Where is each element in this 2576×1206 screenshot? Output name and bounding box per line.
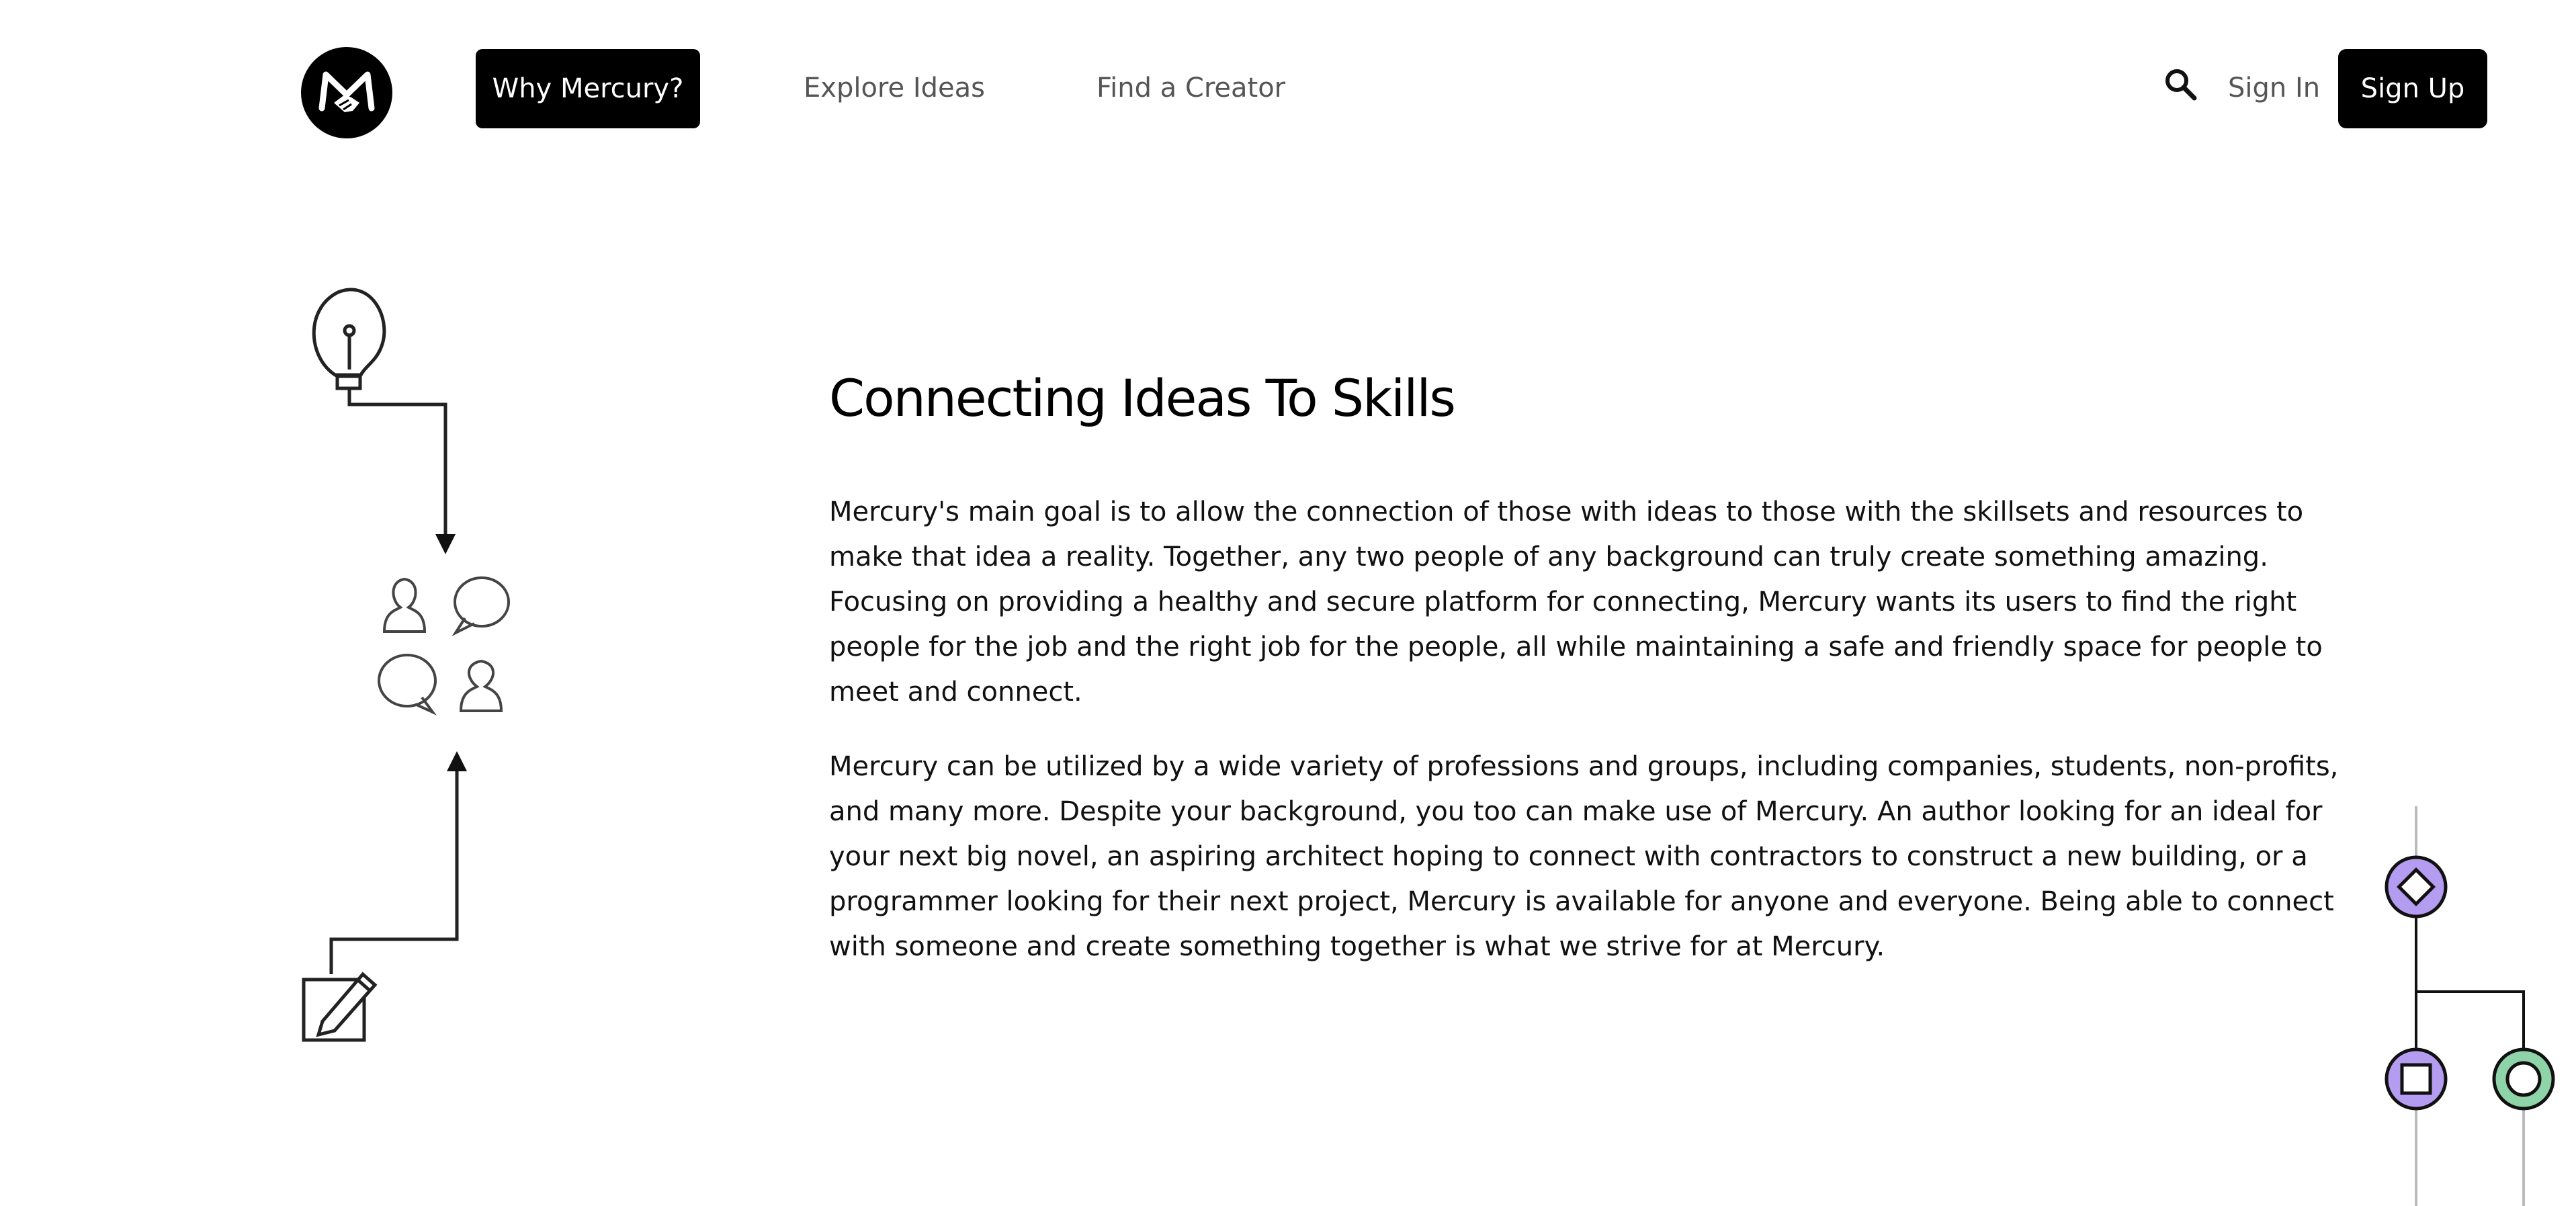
home-logo[interactable] <box>301 47 392 138</box>
person-icon-2 <box>459 659 503 712</box>
ideas-flow-illustration <box>289 275 531 1062</box>
sign-up-button[interactable]: Sign Up <box>2338 49 2487 128</box>
site-header: Why Mercury? Explore Ideas Find a Creato… <box>0 0 2576 175</box>
square-node-icon <box>2385 1047 2448 1111</box>
lightbulb-icon <box>312 288 386 390</box>
speech-bubble-icon <box>452 576 510 637</box>
page: Why Mercury? Explore Ideas Find a Creato… <box>0 0 2576 1206</box>
paragraph-audience: Mercury can be utilized by a wide variet… <box>829 751 2339 962</box>
nav-why-mercury-button[interactable]: Why Mercury? <box>476 49 700 128</box>
paragraph-mission: Mercury's main goal is to allow the conn… <box>829 497 2323 707</box>
sign-in-link[interactable]: Sign In <box>2228 73 2320 103</box>
diamond-node-icon <box>2385 855 2448 918</box>
circle-node-icon <box>2492 1047 2555 1111</box>
nav-explore-ideas-link[interactable]: Explore Ideas <box>804 73 985 103</box>
arrow-down-icon <box>435 534 456 554</box>
edit-pencil-icon <box>302 972 378 1042</box>
search-button[interactable] <box>2162 66 2200 103</box>
main-content: Connecting Ideas To Skills Mercury's mai… <box>829 368 2348 999</box>
speech-bubble-icon-2 <box>378 654 437 716</box>
page-title: Connecting Ideas To Skills <box>829 368 1456 428</box>
arrow-up-icon <box>447 751 467 771</box>
nav-find-creator-link[interactable]: Find a Creator <box>1097 73 1285 103</box>
search-icon <box>2165 69 2197 101</box>
connector-line-top <box>347 388 447 537</box>
process-nodes-decoration <box>2378 806 2576 1206</box>
connector-line-bottom <box>329 771 459 974</box>
handshake-m-logo-icon <box>318 71 375 112</box>
person-icon <box>382 577 427 633</box>
